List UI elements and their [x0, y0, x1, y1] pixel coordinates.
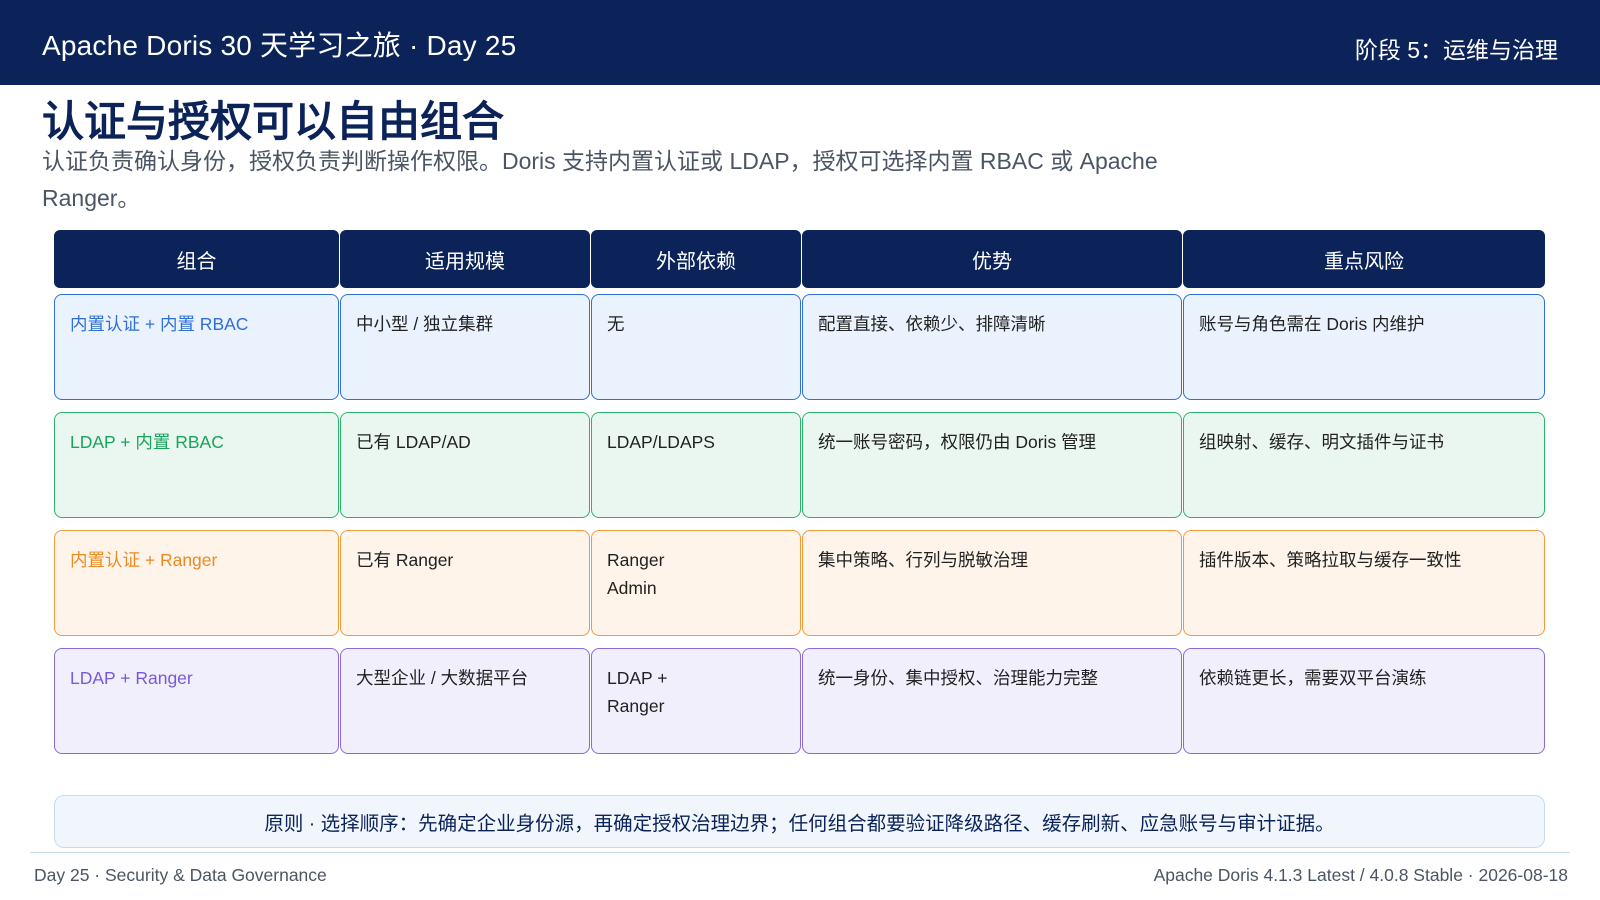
column-header-advantage: 优势: [802, 230, 1182, 288]
stage-label: 阶段 5：运维与治理: [1354, 37, 1558, 63]
page-title: 认证与授权可以自由组合: [42, 98, 505, 145]
risk-cell: 依赖链更长，需要双平台演练: [1183, 648, 1545, 754]
combination-cell: 内置认证 + Ranger: [54, 530, 339, 636]
principle-note: 原则 · 选择顺序：先确定企业身份源，再确定授权治理边界；任何组合都要验证降级路…: [54, 795, 1545, 848]
dependency-cell: LDAP/LDAPS: [591, 412, 801, 518]
dependency-cell: 无: [591, 294, 801, 400]
page-subtitle: 认证负责确认身份，授权负责判断操作权限。Doris 支持内置认证或 LDAP，授…: [42, 148, 1158, 211]
risk-cell: 组映射、缓存、明文插件与证书: [1183, 412, 1545, 518]
advantage-cell: 统一账号密码，权限仍由 Doris 管理: [802, 412, 1182, 518]
column-header-combination: 组合: [54, 230, 339, 288]
table-header-row: 组合 适用规模 外部依赖 优势 重点风险: [54, 230, 1545, 288]
combination-cell: LDAP + 内置 RBAC: [54, 412, 339, 518]
dependency-cell: Ranger Admin: [591, 530, 801, 636]
scale-cell: 中小型 / 独立集群: [340, 294, 590, 400]
footer-divider: [30, 852, 1570, 853]
advantage-cell: 配置直接、依赖少、排障清晰: [802, 294, 1182, 400]
column-header-risk: 重点风险: [1183, 230, 1545, 288]
table-row: LDAP + 内置 RBAC 已有 LDAP/AD LDAP/LDAPS 统一账…: [54, 412, 1545, 518]
scale-cell: 已有 Ranger: [340, 530, 590, 636]
footer-right-text: Apache Doris 4.1.3 Latest / 4.0.8 Stable…: [1153, 865, 1568, 885]
risk-cell: 插件版本、策略拉取与缓存一致性: [1183, 530, 1545, 636]
advantage-cell: 集中策略、行列与脱敏治理: [802, 530, 1182, 636]
scale-cell: 已有 LDAP/AD: [340, 412, 590, 518]
scale-cell: 大型企业 / 大数据平台: [340, 648, 590, 754]
dependency-cell: LDAP + Ranger: [591, 648, 801, 754]
advantage-cell: 统一身份、集中授权、治理能力完整: [802, 648, 1182, 754]
column-header-scale: 适用规模: [340, 230, 590, 288]
series-title: Apache Doris 30 天学习之旅 · Day 25: [42, 30, 517, 61]
risk-cell: 账号与角色需在 Doris 内维护: [1183, 294, 1545, 400]
comparison-table: 组合 适用规模 外部依赖 优势 重点风险 内置认证 + 内置 RBAC 中小型 …: [54, 230, 1545, 754]
table-row: 内置认证 + Ranger 已有 Ranger Ranger Admin 集中策…: [54, 530, 1545, 636]
table-row: LDAP + Ranger 大型企业 / 大数据平台 LDAP + Ranger…: [54, 648, 1545, 754]
table-row: 内置认证 + 内置 RBAC 中小型 / 独立集群 无 配置直接、依赖少、排障清…: [54, 294, 1545, 400]
combination-cell: LDAP + Ranger: [54, 648, 339, 754]
top-bar: Apache Doris 30 天学习之旅 · Day 25 阶段 5：运维与治…: [0, 0, 1600, 85]
combination-cell: 内置认证 + 内置 RBAC: [54, 294, 339, 400]
footer-left-text: Day 25 · Security & Data Governance: [34, 865, 327, 885]
column-header-dependency: 外部依赖: [591, 230, 801, 288]
